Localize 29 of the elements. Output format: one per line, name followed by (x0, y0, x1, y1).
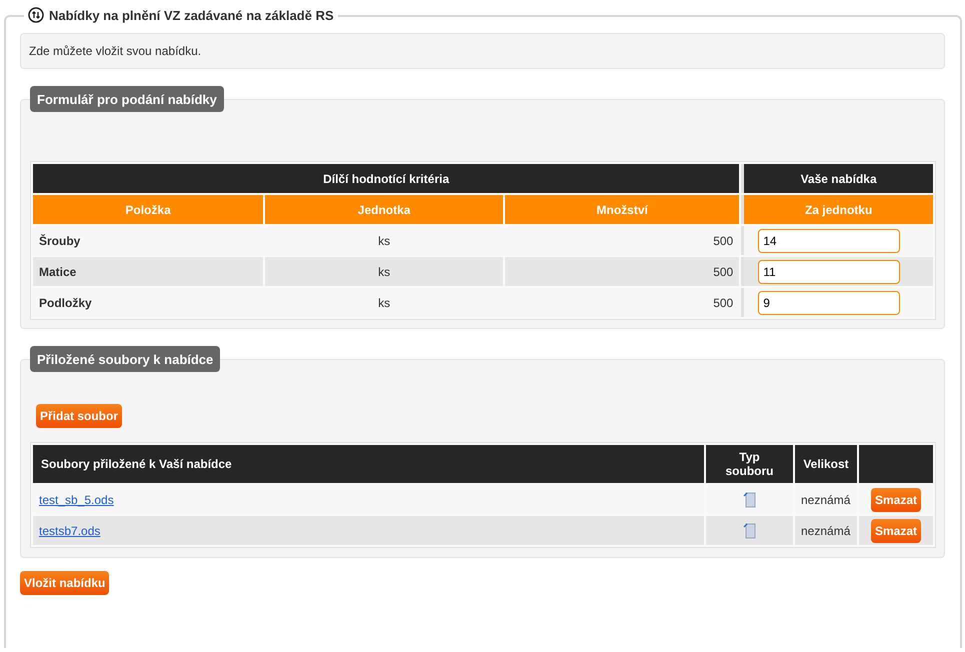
column-header: Množství (505, 195, 740, 224)
arrows-circle-icon (28, 7, 44, 23)
file-link[interactable]: test_sb_5.ods (39, 492, 114, 506)
panel-legend: Přiložené soubory k nabídce (30, 346, 220, 372)
panel-legend: Formulář pro podání nabídky (30, 86, 224, 112)
column-header: Typ souboru (706, 445, 793, 483)
table-cell: 500 (505, 257, 740, 286)
delete-button[interactable]: Smazat (870, 518, 922, 542)
price-input[interactable]: 9 (758, 290, 900, 314)
file-link[interactable]: testsb7.ods (39, 524, 100, 538)
info-message: Zde můžete vložit svou nabídku. (20, 33, 945, 69)
column-header: Jednotka (265, 195, 504, 224)
add-file-button[interactable]: Přidat soubor (36, 404, 122, 428)
table-header: Vaše nabídka (741, 164, 933, 193)
submit-button[interactable]: Vložit nabídku (20, 571, 110, 595)
table-cell: Matice (33, 257, 264, 286)
column-header: Velikost (795, 445, 857, 483)
price-input[interactable]: 14 (758, 228, 900, 252)
table-cell: ks (265, 257, 504, 286)
table-cell: neznámá (795, 516, 857, 545)
price-input[interactable]: 11 (758, 260, 900, 284)
column-header: Položka (33, 195, 264, 224)
column-header: Za jednotku (741, 195, 933, 224)
file-icon (742, 522, 756, 538)
section-title: Nabídky na plnění VZ zadávané na základě RS (49, 8, 334, 22)
delete-button[interactable]: Smazat (870, 488, 922, 512)
file-icon (742, 492, 756, 508)
column-header: Soubory přiložené k Vaší nabídce (33, 445, 704, 483)
table-header: Dílčí hodnotící kritéria (33, 164, 740, 193)
